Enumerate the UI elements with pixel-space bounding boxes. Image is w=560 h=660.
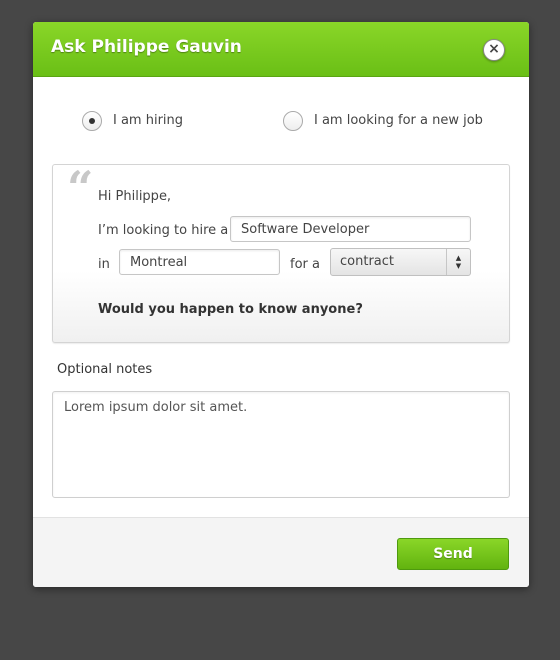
radio-button-looking[interactable]: [283, 111, 303, 131]
location-input[interactable]: Montreal: [119, 249, 280, 275]
dialog-title: Ask Philippe Gauvin: [51, 37, 242, 57]
select-arrows-icon: ▲ ▼: [446, 249, 470, 275]
radio-selected-dot: [89, 118, 95, 124]
dialog-footer: Send: [33, 517, 529, 587]
for-label: for a: [290, 257, 320, 272]
radio-label-hiring: I am hiring: [113, 113, 184, 128]
contract-type-value: contract: [340, 254, 394, 269]
radio-hiring[interactable]: I am hiring: [82, 111, 242, 131]
notes-label: Optional notes: [57, 362, 153, 377]
contract-type-select[interactable]: contract ▲ ▼: [330, 248, 471, 276]
hire-prefix-text: I’m looking to hire a: [98, 223, 229, 238]
dialog-header: Ask Philippe Gauvin ×: [33, 22, 529, 77]
greeting-text: Hi Philippe,: [98, 189, 172, 204]
question-text: Would you happen to know anyone?: [98, 302, 363, 317]
notes-textarea[interactable]: Lorem ipsum dolor sit amet.: [52, 391, 510, 498]
message-box: “ Hi Philippe, I’m looking to hire a Sof…: [52, 164, 510, 343]
radio-button-hiring[interactable]: [82, 111, 102, 131]
in-label: in: [98, 257, 110, 272]
position-input[interactable]: Software Developer: [230, 216, 471, 242]
ask-dialog: Ask Philippe Gauvin × I am hiring I am l…: [33, 22, 529, 587]
close-icon[interactable]: ×: [483, 39, 505, 61]
quote-icon: “: [67, 161, 94, 215]
send-button[interactable]: Send: [397, 538, 509, 570]
radio-label-looking: I am looking for a new job: [314, 113, 483, 128]
radio-looking-for-job[interactable]: I am looking for a new job: [283, 111, 493, 131]
